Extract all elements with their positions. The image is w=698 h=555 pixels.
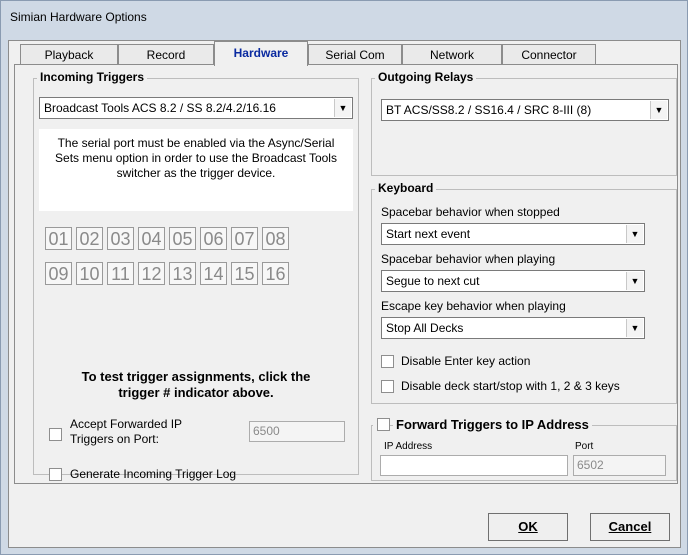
ip-address-label: IP Address (384, 441, 433, 452)
trigger-04[interactable]: 04 (138, 227, 165, 250)
spacebar-playing-select[interactable]: Segue to next cut ▼ (381, 270, 645, 292)
trigger-08[interactable]: 08 (262, 227, 289, 250)
outgoing-relays-group (371, 78, 677, 176)
window-title: Simian Hardware Options (10, 10, 147, 24)
incoming-device-value: Broadcast Tools ACS 8.2 / SS 8.2/4.2/16.… (44, 101, 276, 115)
tab-connector[interactable]: Connector (502, 44, 596, 65)
trigger-16[interactable]: 16 (262, 262, 289, 285)
trigger-15[interactable]: 15 (231, 262, 258, 285)
forward-triggers-checkbox[interactable] (377, 418, 390, 431)
trigger-09[interactable]: 09 (45, 262, 72, 285)
tab-network[interactable]: Network (402, 44, 502, 65)
disable-deck-checkbox[interactable] (381, 380, 394, 393)
trigger-13[interactable]: 13 (169, 262, 196, 285)
generate-log-checkbox[interactable] (49, 468, 62, 481)
disable-deck-label: Disable deck start/stop with 1, 2 & 3 ke… (401, 379, 620, 393)
escape-key-label: Escape key behavior when playing (381, 299, 566, 313)
spacebar-stopped-value: Start next event (386, 227, 471, 241)
trigger-03[interactable]: 03 (107, 227, 134, 250)
tab-record[interactable]: Record (118, 44, 214, 65)
ip-address-field[interactable] (380, 455, 568, 476)
incoming-device-select[interactable]: Broadcast Tools ACS 8.2 / SS 8.2/4.2/16.… (39, 97, 353, 119)
keyboard-title: Keyboard (375, 181, 437, 195)
trigger-14[interactable]: 14 (200, 262, 227, 285)
accept-label-line-1: Accept Forwarded IP (70, 417, 183, 431)
test-hint-line-2: trigger # indicator above. (118, 385, 274, 400)
keyboard-group (371, 189, 677, 404)
chevron-down-icon[interactable]: ▼ (650, 101, 667, 119)
tab-playback[interactable]: Playback (20, 44, 118, 65)
generate-log-label: Generate Incoming Trigger Log (70, 467, 237, 481)
disable-enter-label: Disable Enter key action (401, 354, 531, 368)
chevron-down-icon[interactable]: ▼ (626, 319, 643, 337)
cancel-button-label: Cancel (608, 519, 652, 534)
chevron-down-icon[interactable]: ▼ (626, 272, 643, 290)
trigger-indicator-grid: 01 02 03 04 05 06 07 08 09 10 11 12 13 1… (45, 227, 355, 292)
tab-hardware[interactable]: Hardware (214, 41, 308, 66)
accept-forwarded-checkbox[interactable] (49, 428, 62, 441)
accept-forwarded-label: Accept Forwarded IP Triggers on Port: (70, 417, 182, 447)
trigger-11[interactable]: 11 (107, 262, 134, 285)
chevron-down-icon[interactable]: ▼ (334, 99, 351, 117)
test-trigger-hint: To test trigger assignments, click the t… (39, 369, 353, 401)
tab-serial-com[interactable]: Serial Com (308, 44, 402, 65)
trigger-01[interactable]: 01 (45, 227, 72, 250)
escape-key-value: Stop All Decks (386, 321, 464, 335)
forward-triggers-header: Forward Triggers to IP Address (373, 417, 592, 433)
trigger-12[interactable]: 12 (138, 262, 165, 285)
chevron-down-icon[interactable]: ▼ (626, 225, 643, 243)
accept-label-line-2: Triggers on Port: (70, 432, 159, 446)
outgoing-device-value: BT ACS/SS8.2 / SS16.4 / SRC 8-III (8) (386, 103, 592, 117)
spacebar-stopped-label: Spacebar behavior when stopped (381, 205, 560, 219)
trigger-07[interactable]: 07 (231, 227, 258, 250)
spacebar-stopped-select[interactable]: Start next event ▼ (381, 223, 645, 245)
outgoing-relays-title: Outgoing Relays (375, 70, 477, 84)
trigger-10[interactable]: 10 (76, 262, 103, 285)
incoming-triggers-title: Incoming Triggers (37, 70, 148, 84)
trigger-02[interactable]: 02 (76, 227, 103, 250)
hardware-tab-panel: Incoming Triggers Broadcast Tools ACS 8.… (14, 64, 678, 484)
ok-button-label: OK (518, 519, 538, 534)
test-hint-line-1: To test trigger assignments, click the (81, 369, 311, 384)
cancel-button[interactable]: Cancel (590, 513, 670, 541)
outgoing-device-select[interactable]: BT ACS/SS8.2 / SS16.4 / SRC 8-III (8) ▼ (381, 99, 669, 121)
accept-port-field[interactable]: 6500 (249, 421, 345, 442)
trigger-06[interactable]: 06 (200, 227, 227, 250)
spacebar-playing-label: Spacebar behavior when playing (381, 252, 556, 266)
disable-enter-checkbox[interactable] (381, 355, 394, 368)
spacebar-playing-value: Segue to next cut (386, 274, 480, 288)
forward-port-field[interactable]: 6502 (573, 455, 666, 476)
trigger-05[interactable]: 05 (169, 227, 196, 250)
forward-triggers-title: Forward Triggers to IP Address (393, 417, 592, 432)
serial-port-note: The serial port must be enabled via the … (39, 129, 353, 211)
ok-button[interactable]: OK (488, 513, 568, 541)
port-label: Port (575, 441, 594, 452)
escape-key-select[interactable]: Stop All Decks ▼ (381, 317, 645, 339)
